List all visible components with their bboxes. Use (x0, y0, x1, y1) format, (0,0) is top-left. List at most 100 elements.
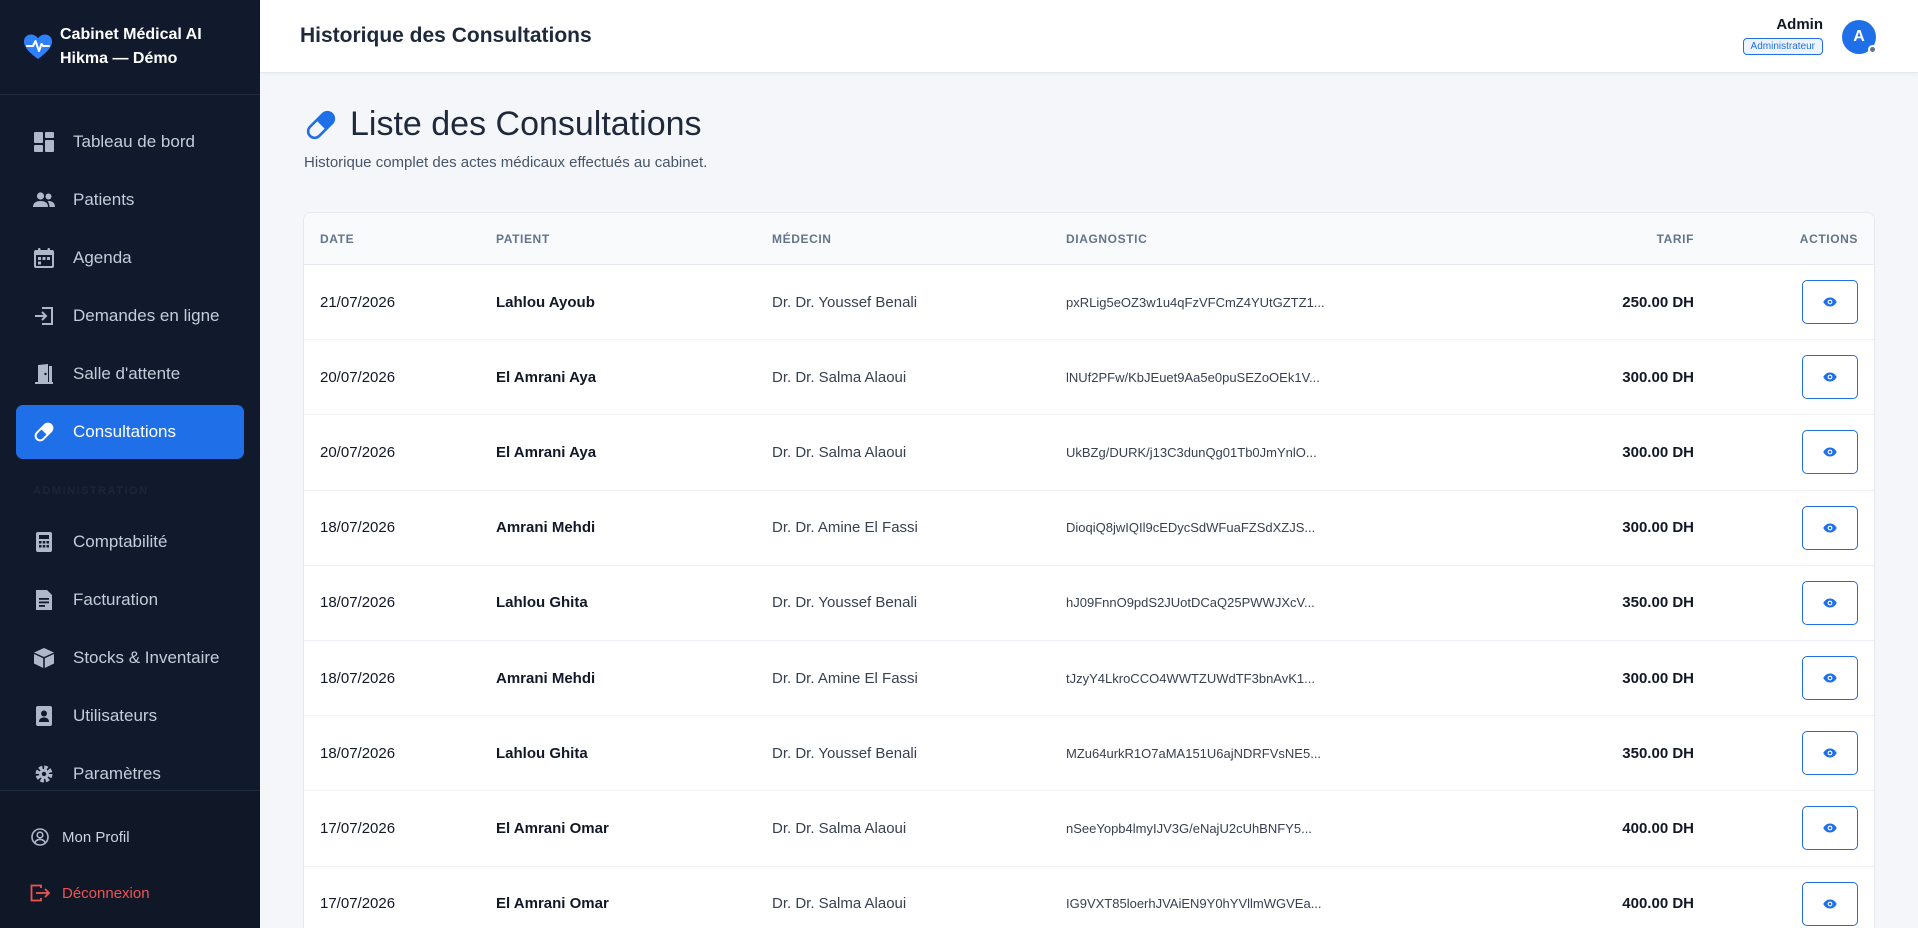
view-consultation-button[interactable] (1802, 580, 1858, 625)
brand-line1: Cabinet Médical AI (60, 26, 202, 43)
profile-label: Mon Profil (62, 828, 130, 846)
cell-patient: Lahlou Ayoub (496, 293, 595, 311)
logout-icon (30, 883, 50, 903)
gear-icon (33, 763, 55, 785)
table-row[interactable]: 17/07/2026 El Amrani Omar Dr. Dr. Salma Al… (304, 791, 1874, 867)
cell-tarif: 400.00 DH (1622, 895, 1694, 913)
cell-date: 18/07/2026 (320, 744, 396, 762)
table-header: DATE PATIENT MÉDECIN DIAGNOSTIC TARIF AC… (304, 213, 1874, 265)
sidebar-item-agenda[interactable]: Agenda (16, 231, 244, 285)
eye-icon (1823, 523, 1837, 533)
login-icon (33, 305, 55, 327)
cell-diagnostic: hJ09FnnO9pdS2JUotDCaQ25PWWJXcV... (1066, 595, 1315, 611)
col-header-medecin[interactable]: MÉDECIN (772, 232, 1066, 246)
sidebar-item-consultations[interactable]: Consultations (16, 405, 244, 459)
sidebar: Cabinet Médical AI Hikma — Démo Tableau … (0, 0, 260, 928)
sidebar-item-demandes-en-ligne[interactable]: Demandes en ligne (16, 289, 244, 343)
box-icon (33, 647, 55, 669)
col-header-tarif[interactable]: TARIF (1438, 232, 1694, 246)
sidebar-footer: Mon Profil Déconnexion (0, 790, 260, 928)
page-subtitle: Historique complet des actes médicaux ef… (304, 154, 708, 171)
eye-icon (1823, 447, 1837, 457)
sidebar-item-patients[interactable]: Patients (16, 173, 244, 227)
table-row[interactable]: 21/07/2026 Lahlou Ayoub Dr. Dr. Youssef Be… (304, 265, 1874, 341)
cell-patient: Amrani Mehdi (496, 669, 596, 687)
profile-link[interactable]: Mon Profil (30, 809, 260, 865)
door-icon (33, 363, 55, 385)
eye-icon (1823, 372, 1837, 382)
user-menu[interactable]: Admin Administrateur A (1658, 0, 1918, 73)
sidebar-item-label: Salle d'attente (73, 364, 181, 383)
cell-tarif: 300.00 DH (1622, 443, 1694, 461)
cell-medecin: Dr. Dr. Youssef Benali (772, 744, 918, 762)
view-consultation-button[interactable] (1802, 430, 1858, 475)
table-row[interactable]: 20/07/2026 El Amrani Aya Dr. Dr. Salma Ala… (304, 340, 1874, 416)
cell-date: 17/07/2026 (320, 819, 396, 837)
sidebar-section-label: ADMINISTRATION (33, 485, 149, 497)
dashboard-icon (33, 131, 55, 153)
sidebar-item-stocks-inventaire[interactable]: Stocks & Inventaire (16, 631, 244, 685)
cell-patient: El Amrani Omar (496, 819, 609, 837)
cell-date: 20/07/2026 (320, 443, 396, 461)
table-row[interactable]: 18/07/2026 Amrani Mehdi Dr. Dr. Amine El F… (304, 641, 1874, 717)
view-consultation-button[interactable] (1802, 881, 1858, 926)
cell-actions (1694, 881, 1874, 926)
table-row[interactable]: 18/07/2026 Amrani Mehdi Dr. Dr. Amine El F… (304, 491, 1874, 566)
invoice-icon (33, 589, 55, 611)
sidebar-item-utilisateurs[interactable]: Utilisateurs (16, 689, 244, 743)
cell-actions (1694, 806, 1874, 851)
cell-medecin: Dr. Dr. Salma Alaoui (772, 895, 907, 913)
eye-icon (1823, 297, 1837, 307)
cell-tarif: 250.00 DH (1622, 293, 1694, 311)
cell-medecin: Dr. Dr. Salma Alaoui (772, 443, 907, 461)
cell-date: 17/07/2026 (320, 895, 396, 913)
cell-patient: Lahlou Ghita (496, 594, 588, 612)
pill-icon (33, 421, 55, 443)
cell-medecin: Dr. Dr. Salma Alaoui (772, 819, 907, 837)
cell-patient: El Amrani Aya (496, 368, 597, 386)
brand[interactable]: Cabinet Médical AI Hikma — Démo (0, 0, 260, 95)
sidebar-item-label: Tableau de bord (73, 132, 195, 151)
main-content: Liste des Consultations Historique compl… (260, 73, 1918, 928)
view-consultation-button[interactable] (1802, 280, 1858, 325)
view-consultation-button[interactable] (1802, 656, 1858, 701)
cell-actions (1694, 280, 1874, 325)
table-row[interactable]: 20/07/2026 El Amrani Aya Dr. Dr. Salma Ala… (304, 415, 1874, 491)
consultations-table: DATE PATIENT MÉDECIN DIAGNOSTIC TARIF AC… (303, 212, 1875, 928)
cell-actions (1694, 505, 1874, 550)
logout-button[interactable]: Déconnexion (30, 865, 260, 921)
view-consultation-button[interactable] (1802, 731, 1858, 776)
cell-diagnostic: MZu64urkR1O7aMA151U6ajNDRFVsNE5... (1066, 745, 1322, 761)
calendar-icon (33, 247, 55, 269)
cell-diagnostic: DioqiQ8jwIQIl9cEDycSdWFuaFZSdXZJS... (1066, 520, 1316, 536)
col-header-date[interactable]: DATE (304, 232, 496, 246)
cell-patient: Amrani Mehdi (496, 519, 596, 537)
cell-tarif: 300.00 DH (1622, 368, 1694, 386)
sidebar-item-label: Consultations (73, 422, 177, 441)
user-circle-icon (30, 827, 50, 847)
cell-tarif: 300.00 DH (1622, 519, 1694, 537)
user-name: Admin (1776, 16, 1823, 33)
table-row[interactable]: 17/07/2026 El Amrani Omar Dr. Dr. Salma Al… (304, 867, 1874, 928)
cell-tarif: 350.00 DH (1622, 744, 1694, 762)
cell-tarif: 350.00 DH (1622, 594, 1694, 612)
sidebar-item-tableau-de-bord[interactable]: Tableau de bord (16, 115, 244, 169)
cell-diagnostic: tJzyY4LkroCCO4WWTZUWdTF3bnAvK1... (1066, 670, 1315, 686)
table-row[interactable]: 18/07/2026 Lahlou Ghita Dr. Dr. Youssef Be… (304, 716, 1874, 792)
sidebar-item-label: Agenda (73, 248, 132, 267)
table-row[interactable]: 18/07/2026 Lahlou Ghita Dr. Dr. Youssef Be… (304, 566, 1874, 641)
sidebar-item-label: Stocks & Inventaire (73, 648, 220, 667)
sidebar-item-facturation[interactable]: Facturation (16, 573, 244, 627)
cell-tarif: 300.00 DH (1622, 669, 1694, 687)
sidebar-item-salle-attente[interactable]: Salle d'attente (16, 347, 244, 401)
col-header-patient[interactable]: PATIENT (496, 232, 772, 246)
sidebar-item-comptabilite[interactable]: Comptabilité (16, 515, 244, 569)
eye-icon (1823, 899, 1837, 909)
table-body: 21/07/2026 Lahlou Ayoub Dr. Dr. Youssef Be… (304, 265, 1874, 928)
cell-actions (1694, 430, 1874, 475)
view-consultation-button[interactable] (1802, 355, 1858, 400)
view-consultation-button[interactable] (1802, 806, 1858, 851)
cell-patient: El Amrani Aya (496, 443, 597, 461)
col-header-diagnostic[interactable]: DIAGNOSTIC (1066, 232, 1438, 246)
view-consultation-button[interactable] (1802, 505, 1858, 550)
